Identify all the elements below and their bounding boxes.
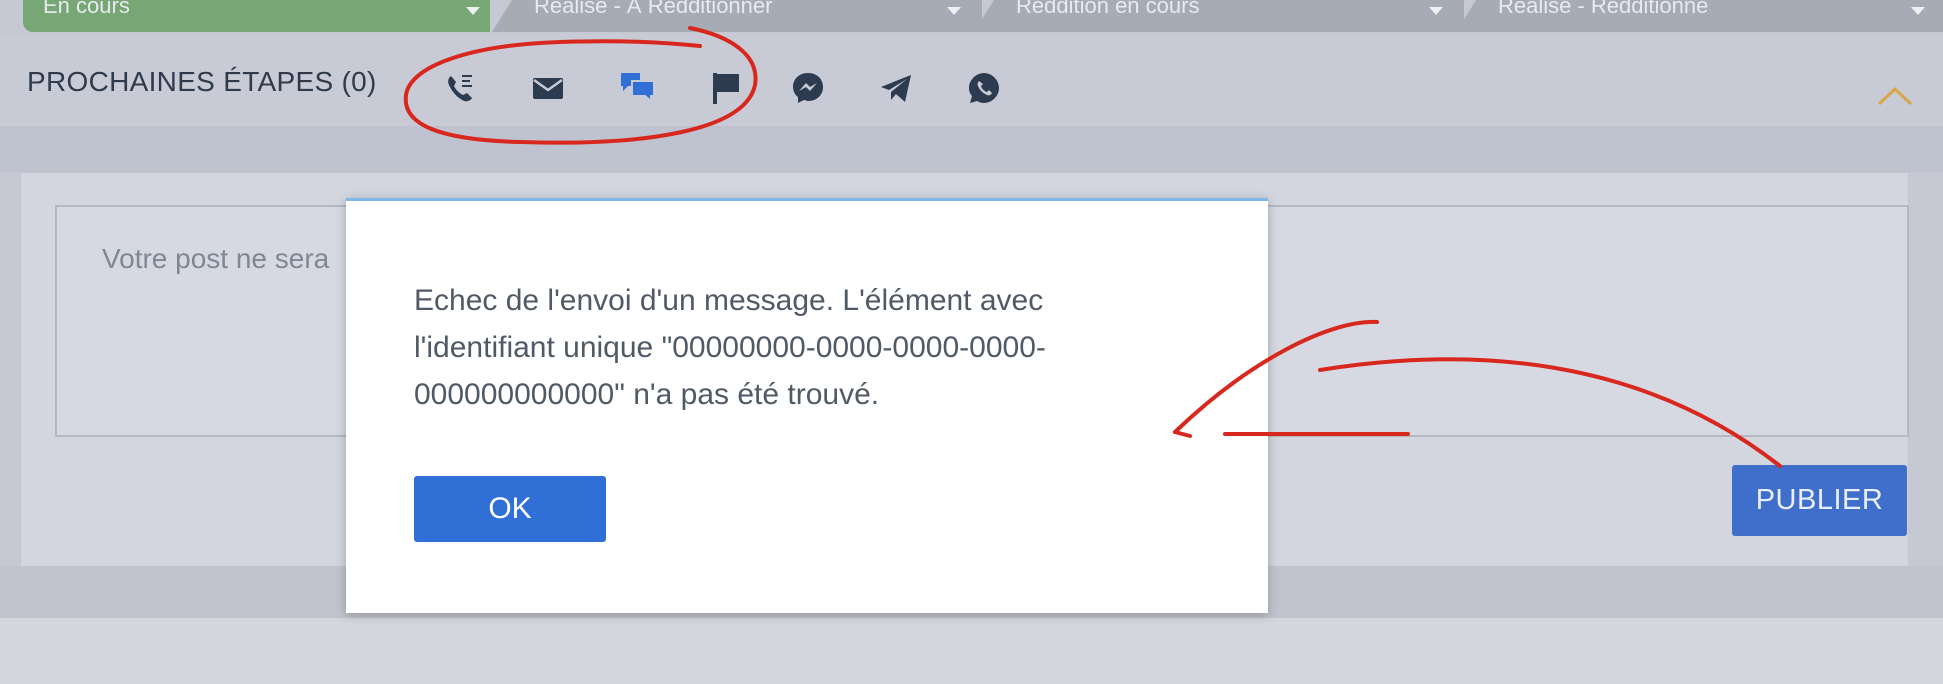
section-divider bbox=[0, 128, 1943, 172]
stage-realise-redditionne[interactable]: Réalisé - Rédditionné bbox=[1456, 0, 1943, 32]
phone-call-icon[interactable] bbox=[440, 68, 480, 108]
stage-label: En cours bbox=[43, 0, 130, 18]
chevron-down-icon[interactable] bbox=[466, 7, 480, 15]
chevron-down-icon[interactable] bbox=[1911, 7, 1925, 15]
stage-label: Réalisé - À Rédditionner bbox=[534, 0, 773, 18]
flag-icon[interactable] bbox=[706, 68, 746, 108]
chevron-down-icon[interactable] bbox=[947, 7, 961, 15]
dialog-message: Echec de l'envoi d'un message. L'élément… bbox=[414, 284, 1046, 411]
stage-en-cours[interactable]: En cours bbox=[23, 0, 490, 32]
telegram-icon[interactable] bbox=[876, 68, 916, 108]
error-dialog: Echec de l'envoi d'un message. L'élément… bbox=[346, 198, 1268, 613]
email-icon[interactable] bbox=[528, 68, 568, 108]
chat-icon[interactable] bbox=[618, 68, 658, 108]
stage-bar: En cours Réalisé - À Rédditionner Réddit… bbox=[0, 0, 1943, 34]
next-steps-title: PROCHAINES ÉTAPES (0) bbox=[27, 66, 377, 97]
stage-reddition-en-cours[interactable]: Réddition en cours bbox=[974, 0, 1464, 32]
footer bbox=[0, 616, 1943, 684]
whatsapp-icon[interactable] bbox=[964, 68, 1004, 108]
stage-label: Réalisé - Rédditionné bbox=[1498, 0, 1709, 18]
publish-button[interactable]: PUBLIER bbox=[1732, 465, 1907, 536]
stage-label: Réddition en cours bbox=[1016, 0, 1200, 18]
messenger-icon[interactable] bbox=[788, 68, 828, 108]
ok-button[interactable]: OK bbox=[414, 476, 606, 542]
chevron-down-icon[interactable] bbox=[1429, 7, 1443, 15]
post-placeholder: Votre post ne sera bbox=[102, 243, 330, 274]
stage-realise-a-redditionner[interactable]: Réalisé - À Rédditionner bbox=[492, 0, 982, 32]
chevron-up-icon[interactable] bbox=[1875, 80, 1915, 110]
